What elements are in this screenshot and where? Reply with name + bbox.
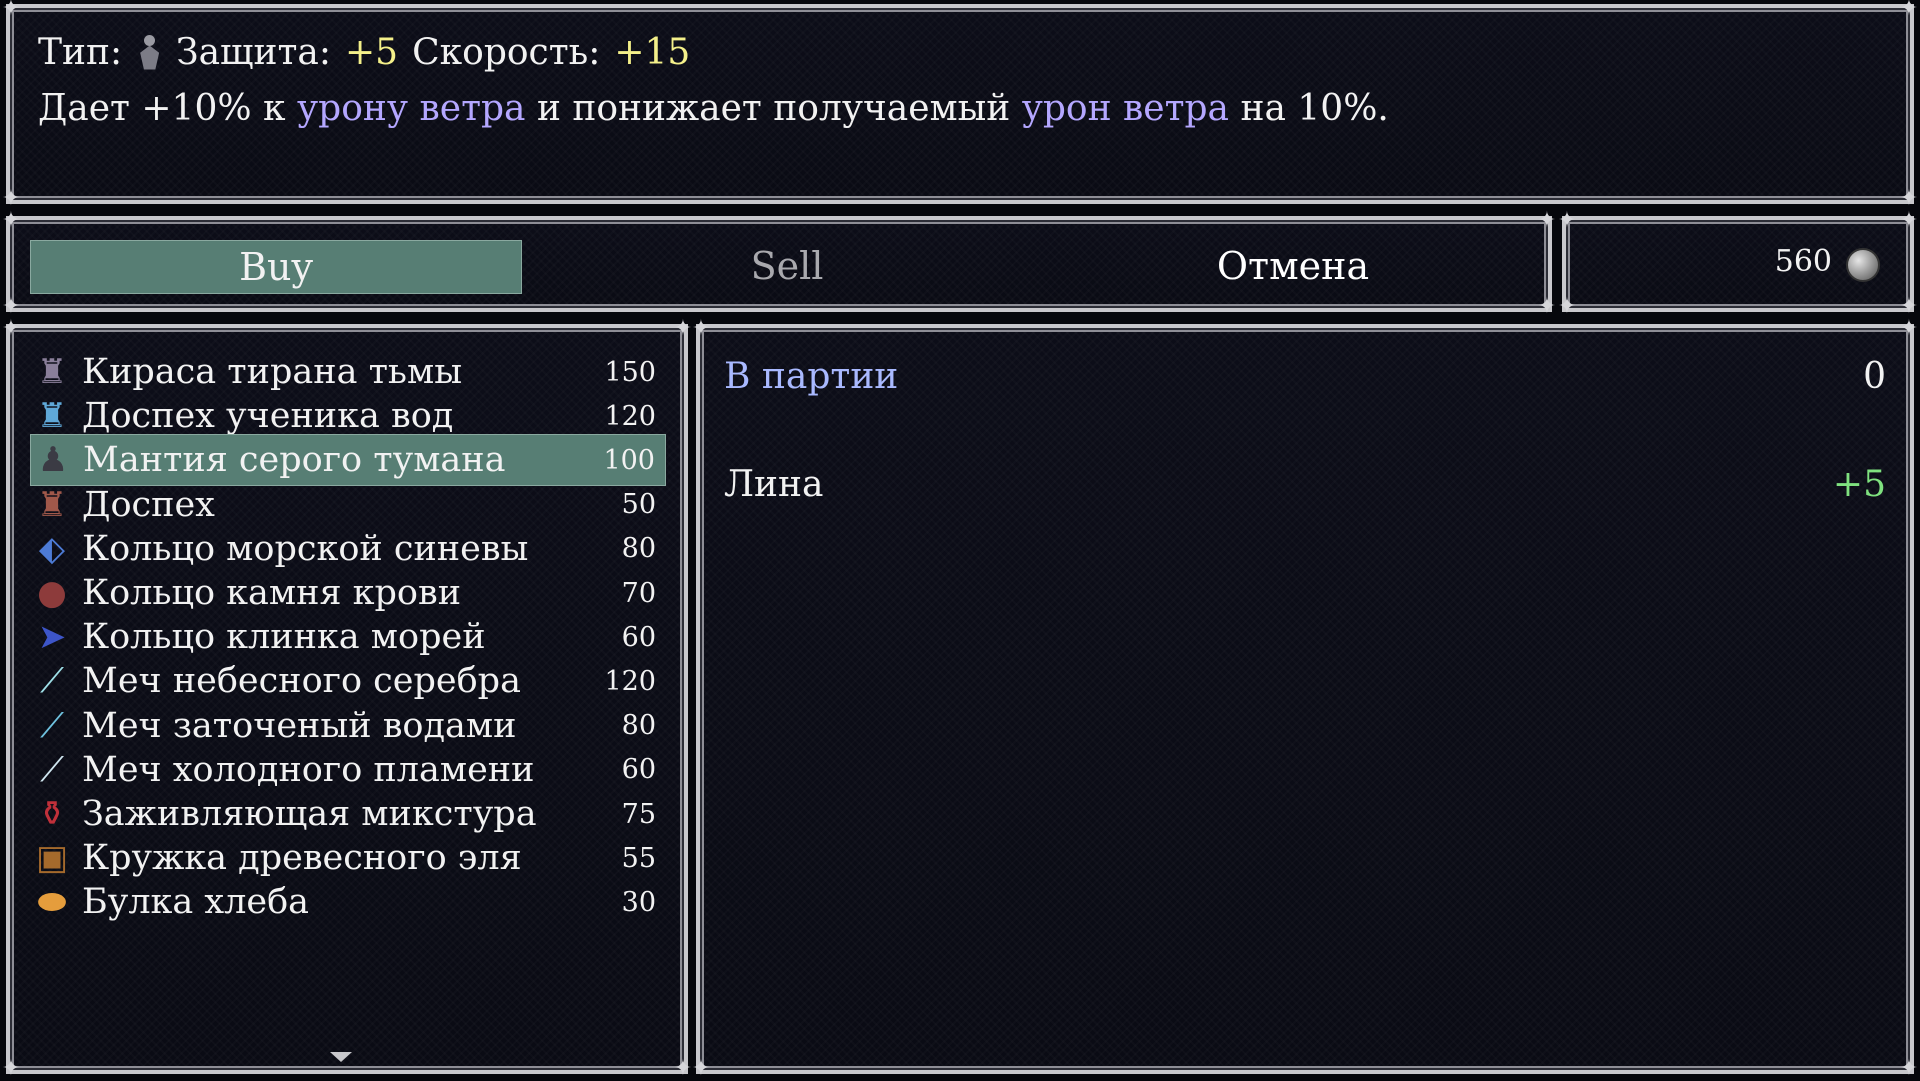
frame-corner-ornament: ✦ xyxy=(1899,316,1919,341)
sell-command[interactable]: Sell xyxy=(542,240,1032,292)
coin-icon xyxy=(1846,248,1880,282)
item-name: Меч небесного серебра xyxy=(82,661,521,702)
item-name: Мантия серого тумана xyxy=(83,440,506,481)
in-party-count: 0 xyxy=(1863,356,1886,397)
item-name: Кружка древесного эля xyxy=(82,838,522,879)
frame-corner-ornament: ✦ xyxy=(1,208,21,233)
item-row[interactable]: ⬬ Булка хлеба 30 xyxy=(30,876,666,928)
shop-item-list: ✦ ✦ ✦ ✦ ♜ Кираса тирана тьмы 150 ♜ Доспех уч… xyxy=(2,318,692,1080)
equip-status-window: ✦ ✦ ✦ ✦ В партии 0 Лина +5 xyxy=(692,318,1918,1080)
item-name: Меч холодного пламени xyxy=(82,749,535,790)
type-label: Тип: xyxy=(38,32,123,73)
description-text: на 10%. xyxy=(1240,88,1389,129)
buy-command[interactable]: Buy xyxy=(30,240,522,294)
item-price: 30 xyxy=(621,886,656,918)
item-price: 70 xyxy=(621,577,656,609)
defense-value: +5 xyxy=(345,32,399,73)
item-price: 55 xyxy=(621,842,656,874)
armor-type-figure-icon xyxy=(134,33,164,73)
frame-corner-ornament: ✦ xyxy=(691,316,711,341)
item-name: Доспех ученика вод xyxy=(82,396,454,437)
item-price: 80 xyxy=(621,710,656,742)
speed-label: Скорость: xyxy=(412,32,601,73)
potion-icon: ⚱ xyxy=(37,794,67,834)
item-stats-line: Тип: Защита: +5 Скорость: +15 xyxy=(38,32,690,73)
frame-corner-ornament: ✦ xyxy=(1557,208,1577,233)
shop-command-window: ✦ ✦ ✦ ✦ Buy Sell Отмена xyxy=(2,210,1556,318)
item-name: Кольцо клинка морей xyxy=(82,617,486,658)
item-price: 80 xyxy=(621,533,656,565)
party-member-stat-change: +5 xyxy=(1832,464,1886,505)
gold-amount: 560 xyxy=(1774,244,1832,279)
frame-corner-ornament: ✦ xyxy=(1899,208,1919,233)
item-price: 120 xyxy=(604,665,656,697)
item-name: Кольцо морской синевы xyxy=(82,528,529,569)
frame-corner-ornament: ✦ xyxy=(1537,294,1557,319)
blue-ring-icon: ⬖ xyxy=(38,528,66,569)
item-price: 100 xyxy=(603,444,655,476)
item-name: Доспех xyxy=(82,484,215,525)
frame-corner-ornament: ✦ xyxy=(1557,294,1577,319)
ale-mug-icon: ▣ xyxy=(35,838,69,879)
frame-corner-ornament: ✦ xyxy=(1899,0,1919,21)
frame-corner-ornament: ✦ xyxy=(1,1056,21,1081)
item-price: 150 xyxy=(604,356,656,388)
defense-label: Защита: xyxy=(176,32,332,73)
scroll-down-arrow-icon[interactable] xyxy=(330,1052,352,1062)
help-window: ✦ ✦ ✦ ✦ Тип: Защита: +5 Скорость: +15 Да… xyxy=(2,0,1918,210)
gold-window: ✦ ✦ ✦ ✦ 560 xyxy=(1558,210,1918,318)
blue-armor-icon: ♜ xyxy=(36,396,68,437)
description-keyword: урон ветра xyxy=(1021,88,1230,129)
blade-ring-icon: ➤ xyxy=(37,617,67,658)
description-text: и понижает получаемый xyxy=(536,88,1011,129)
party-member-name: Лина xyxy=(724,464,824,505)
item-price: 120 xyxy=(604,400,656,432)
dark-armor-icon: ♜ xyxy=(36,352,68,392)
frost-sword-icon: ⟋ xyxy=(40,749,64,790)
speed-value: +15 xyxy=(614,32,691,73)
frame-corner-ornament: ✦ xyxy=(1899,1056,1919,1081)
red-ring-icon: ● xyxy=(37,573,67,613)
frame-corner-ornament: ✦ xyxy=(691,1056,711,1081)
frame-corner-ornament: ✦ xyxy=(1,316,21,341)
in-party-label: В партии xyxy=(724,356,899,397)
frame-corner-ornament: ✦ xyxy=(1899,186,1919,211)
item-price: 50 xyxy=(621,489,656,521)
description-keyword: урону ветра xyxy=(296,88,526,129)
item-name: Заживляющая микстура xyxy=(82,794,537,834)
robe-icon: ♟ xyxy=(37,440,69,481)
frame-corner-ornament: ✦ xyxy=(1,294,21,319)
bread-icon: ⬬ xyxy=(37,882,67,923)
leather-armor-icon: ♜ xyxy=(36,484,68,525)
water-sword-icon: ⟋ xyxy=(40,705,64,746)
cancel-command[interactable]: Отмена xyxy=(1048,240,1538,292)
frame-corner-ornament: ✦ xyxy=(1,0,21,21)
item-name: Меч заточеный водами xyxy=(82,705,517,746)
item-name: Кираса тирана тьмы xyxy=(82,352,463,392)
item-description: Дает +10% к урону ветра и понижает получ… xyxy=(38,88,1389,129)
frame-corner-ornament: ✦ xyxy=(1899,294,1919,319)
description-text: Дает +10% к xyxy=(38,88,286,129)
frame-corner-ornament: ✦ xyxy=(1,186,21,211)
item-price: 60 xyxy=(621,621,656,653)
item-name: Булка хлеба xyxy=(82,882,310,923)
frame-corner-ornament: ✦ xyxy=(1537,208,1557,233)
item-price: 60 xyxy=(621,754,656,786)
item-name: Кольцо камня крови xyxy=(82,573,462,613)
item-price: 75 xyxy=(621,798,656,830)
silver-sword-icon: ⟋ xyxy=(40,661,64,702)
